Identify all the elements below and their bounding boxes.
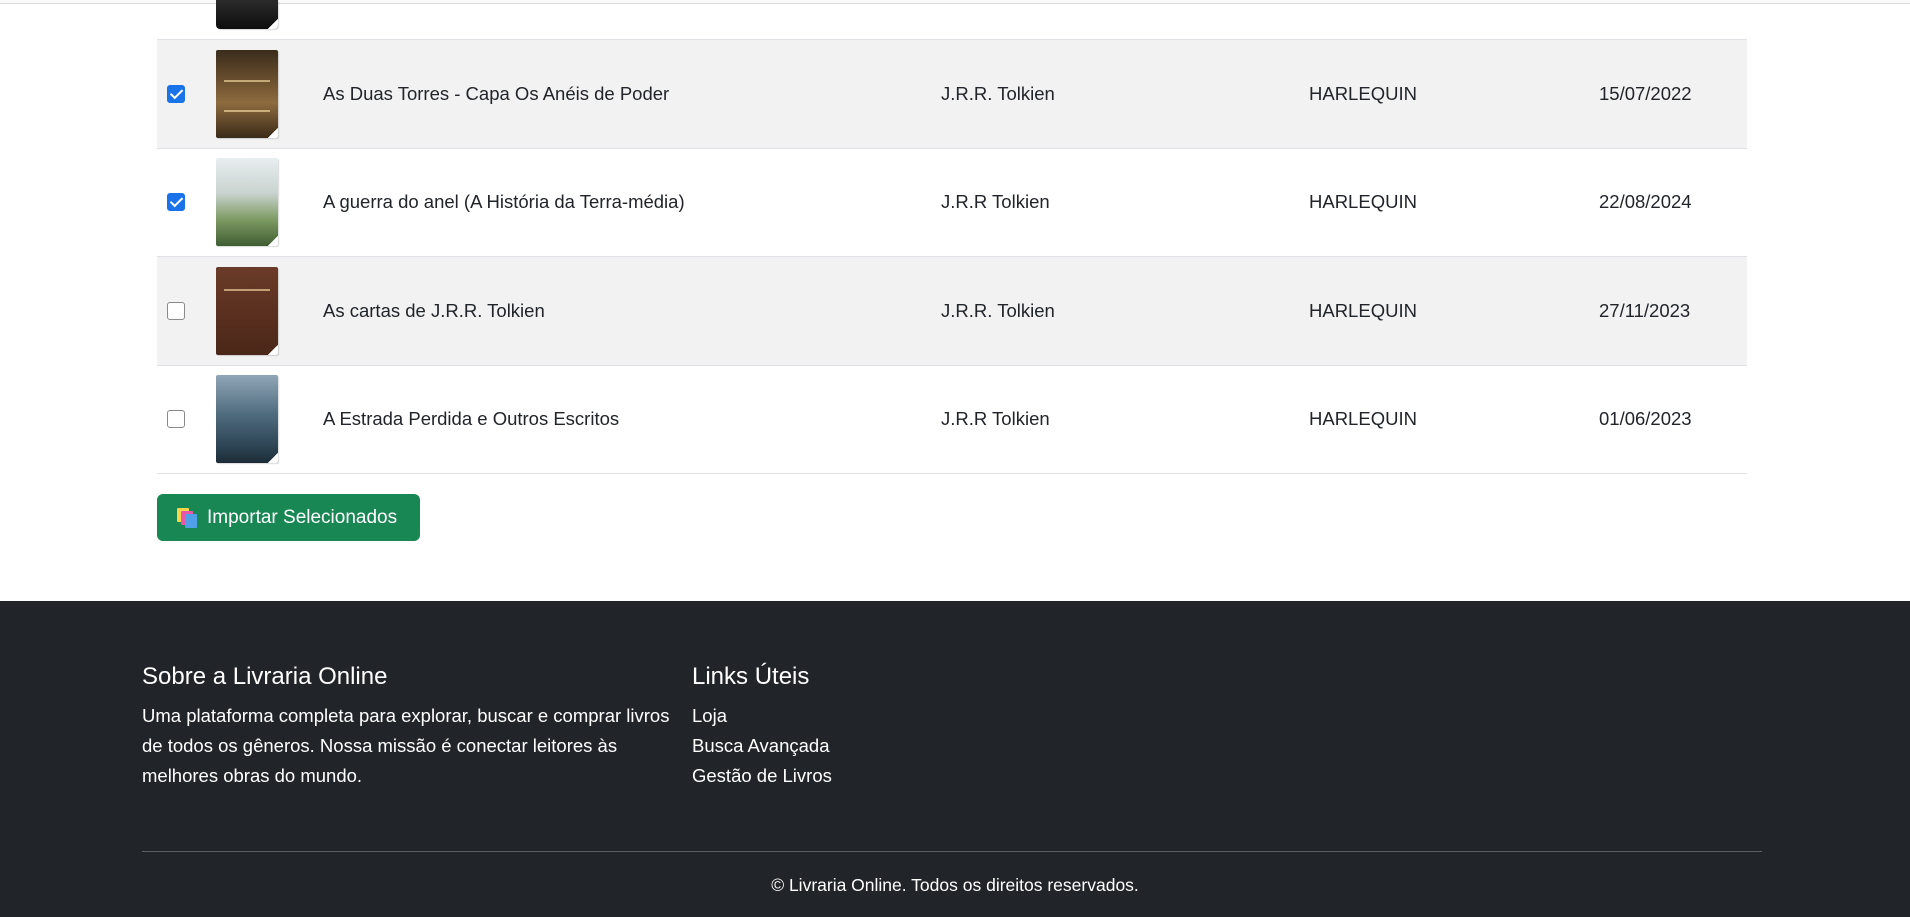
footer-copyright: © Livraria Online. Todos os direitos res… bbox=[771, 875, 1139, 895]
book-title: A Estrada Perdida e Outros Escritos bbox=[323, 408, 620, 430]
table-row-partial bbox=[157, 0, 1747, 40]
book-date: 22/08/2024 bbox=[1599, 191, 1692, 213]
book-author: J.R.R. Tolkien bbox=[941, 82, 1055, 104]
book-date: 27/11/2023 bbox=[1599, 299, 1691, 321]
row-select-checkbox[interactable] bbox=[167, 193, 185, 212]
book-cover-partial bbox=[216, 0, 278, 29]
book-cover-icon bbox=[216, 375, 278, 464]
import-selected-label: Importar Selecionados bbox=[207, 506, 398, 528]
table-row: A guerra do anel (A História da Terra-mé… bbox=[157, 149, 1747, 257]
row-select-checkbox[interactable] bbox=[167, 410, 185, 429]
book-title: As cartas de J.R.R. Tolkien bbox=[323, 299, 545, 321]
book-publisher: HARLEQUIN bbox=[1309, 299, 1417, 321]
book-title: As Duas Torres - Capa Os Anéis de Poder bbox=[323, 82, 670, 104]
book-date: 15/07/2022 bbox=[1599, 82, 1692, 104]
books-table: As Duas Torres - Capa Os Anéis de Poder … bbox=[157, 0, 1747, 474]
row-select-checkbox[interactable] bbox=[167, 84, 185, 103]
table-row: As Duas Torres - Capa Os Anéis de Poder … bbox=[157, 40, 1747, 149]
footer-links-heading: Links Úteis bbox=[692, 663, 810, 690]
table-row: A Estrada Perdida e Outros Escritos J.R.… bbox=[157, 366, 1747, 474]
footer-links: Links Úteis Loja Busca Avançada Gestão d… bbox=[692, 663, 992, 791]
book-publisher: HARLEQUIN bbox=[1309, 82, 1417, 104]
import-selected-button[interactable]: Importar Selecionados bbox=[157, 494, 420, 541]
book-author: J.R.R Tolkien bbox=[941, 191, 1050, 213]
book-cover-icon bbox=[216, 266, 278, 355]
book-cover-icon bbox=[216, 158, 278, 247]
books-icon bbox=[177, 507, 197, 528]
book-publisher: HARLEQUIN bbox=[1309, 191, 1417, 213]
table-row: As cartas de J.R.R. Tolkien J.R.R. Tolki… bbox=[157, 257, 1747, 366]
footer-about-heading: Sobre a Livraria Online bbox=[142, 663, 388, 690]
book-title: A guerra do anel (A História da Terra-mé… bbox=[323, 191, 685, 213]
book-author: J.R.R. Tolkien bbox=[941, 299, 1055, 321]
book-publisher: HARLEQUIN bbox=[1309, 408, 1417, 430]
book-author: J.R.R Tolkien bbox=[941, 408, 1050, 430]
footer-divider bbox=[142, 851, 1762, 852]
footer-about: Sobre a Livraria Online Uma plataforma c… bbox=[142, 663, 672, 791]
footer: Sobre a Livraria Online Uma plataforma c… bbox=[0, 601, 1910, 917]
footer-link-gestao-de-livros[interactable]: Gestão de Livros bbox=[692, 765, 832, 786]
footer-about-text: Uma plataforma completa para explorar, b… bbox=[142, 705, 670, 786]
book-date: 01/06/2023 bbox=[1599, 408, 1692, 430]
book-cover-icon bbox=[216, 49, 278, 138]
footer-link-loja[interactable]: Loja bbox=[692, 705, 727, 726]
footer-link-busca-avancada[interactable]: Busca Avançada bbox=[692, 735, 830, 756]
row-select-checkbox[interactable] bbox=[167, 301, 185, 320]
